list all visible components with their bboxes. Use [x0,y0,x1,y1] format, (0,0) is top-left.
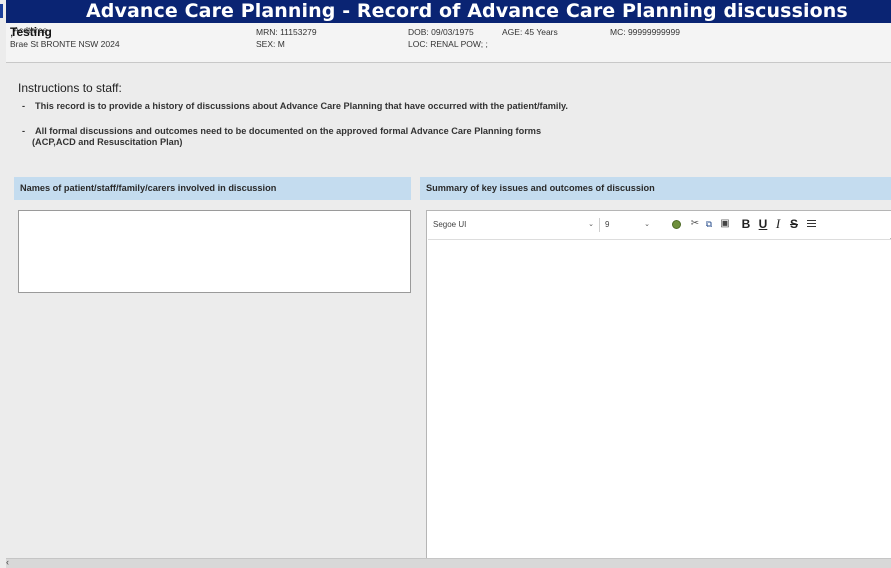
arrow-left-icon[interactable]: ‹ [6,557,9,567]
editor-toolbar: Segoe UI ⌄ 9 ⌄ ✂ ⧉ ▣ B U I S [427,211,891,238]
instruction-bullet: - [22,126,26,136]
summary-rich-text-editor: Segoe UI ⌄ 9 ⌄ ✂ ⧉ ▣ B U I S [426,210,891,568]
summary-section-header: Summary of key issues and outcomes of di… [420,177,891,200]
align-left-icon[interactable] [805,216,817,232]
scissors-icon[interactable]: ✂ [689,216,701,232]
form-title: Advance Care Planning - Record of Advanc… [86,0,848,22]
patient-address: Brae St BRONTE NSW 2024 [10,39,120,49]
instruction-text-2-continued: (ACP,ACD and Resuscitation Plan) [32,137,183,147]
color-fill-icon[interactable] [670,216,682,232]
summary-text-area[interactable] [428,239,891,568]
patient-sex: SEX: M [256,39,285,49]
names-section-header: Names of patient/staff/family/carers inv… [14,177,411,200]
instruction-text-1: This record is to provide a history of d… [35,101,568,111]
strikethrough-button[interactable]: S [788,216,800,232]
copy-icon[interactable]: ⧉ [703,216,715,232]
instructions-title: Instructions to staff: [18,81,122,95]
chevron-down-icon: ⌄ [644,221,650,228]
patient-name: Testing, Acdthree [10,25,52,39]
bold-button[interactable]: B [740,216,752,232]
italic-button[interactable]: I [772,216,784,232]
font-size-value: 9 [605,220,610,229]
color-fill-swatch [671,220,681,229]
patient-medicare: MC: 99999999999 [610,27,680,37]
align-left-bars [806,220,816,227]
font-family-select[interactable]: Segoe UI ⌄ [431,218,596,232]
window-edge-mark [0,4,3,18]
horizontal-scrollbar[interactable]: ‹ [6,557,891,568]
patient-age: AGE: 45 Years [502,27,558,37]
instruction-text-2: All formal discussions and outcomes need… [35,126,542,136]
chevron-down-icon: ⌄ [588,221,594,228]
patient-location: LOC: RENAL POW; ; [408,39,488,49]
names-involved-textbox[interactable] [18,210,411,293]
underline-button[interactable]: U [757,216,769,232]
acp-record-window: Advance Care Planning - Record of Advanc… [0,0,891,568]
instruction-bullet: - [22,101,26,111]
form-title-bar: Advance Care Planning - Record of Advanc… [6,0,891,23]
patient-mrn: MRN: 11153279 [256,27,317,37]
font-size-select[interactable]: 9 ⌄ [599,218,652,232]
font-family-value: Segoe UI [433,220,467,229]
instruction-item-2: - All formal discussions and outcomes nee… [22,126,541,148]
instruction-item-1: - This record is to provide a history of … [22,101,568,112]
patient-banner: Testing, Acdthree Brae St BRONTE NSW 202… [6,23,891,63]
patient-first-name: Acdthree [13,25,48,35]
patient-dob: DOB: 09/03/1975 [408,27,474,37]
paste-icon[interactable]: ▣ [719,216,731,232]
